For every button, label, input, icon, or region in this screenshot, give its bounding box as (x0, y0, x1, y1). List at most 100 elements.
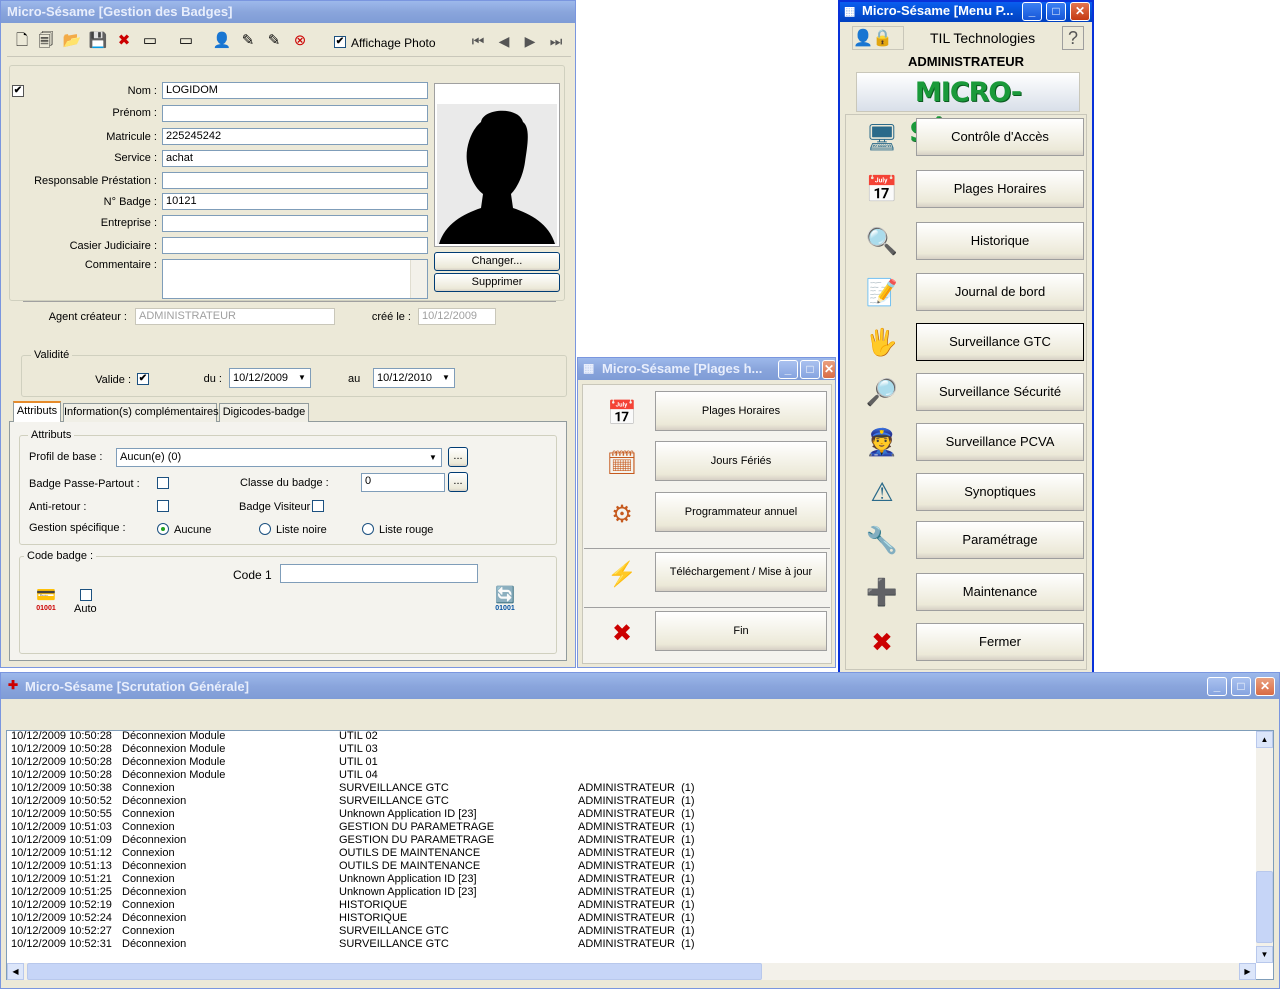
badge-number-field[interactable]: 10121 (162, 193, 428, 210)
cancel-icon[interactable]: ⊗ (289, 29, 311, 53)
entreprise-field[interactable] (162, 215, 428, 232)
code1-field[interactable] (280, 564, 478, 583)
delete-photo-button[interactable]: Supprimer (434, 273, 560, 292)
write-badge-icon[interactable]: 🔄 01001 (489, 587, 521, 615)
scroll-thumb[interactable] (27, 963, 762, 980)
affichage-photo-checkbox[interactable]: ✔ (334, 36, 346, 48)
auto-checkbox[interactable] (80, 589, 92, 601)
maximize-button[interactable]: □ (800, 360, 820, 379)
minimize-button[interactable]: _ (778, 360, 798, 379)
maximize-button[interactable]: □ (1046, 2, 1066, 21)
plages-btn-1[interactable]: Jours Fériés (655, 441, 827, 481)
new-doc-icon[interactable]: 🗋 (11, 29, 33, 53)
log-event: Déconnexion (122, 938, 187, 950)
du-label: du : (203, 373, 222, 385)
close-button[interactable]: ✕ (822, 360, 835, 379)
profil-select[interactable]: Aucun(e) (0) (116, 448, 442, 467)
commentaire-scrollbar[interactable] (410, 260, 427, 298)
close-button[interactable]: ✕ (1255, 677, 1275, 696)
help-icon[interactable]: ? (1062, 26, 1084, 50)
scroll-down-arrow[interactable]: ▼ (1256, 946, 1273, 963)
tab-0[interactable]: Attributs (13, 401, 61, 422)
open-folder-icon[interactable]: 📂 (61, 29, 83, 53)
radio-liste-rouge[interactable] (362, 523, 374, 535)
last-record-icon[interactable]: ⏭ (545, 29, 567, 53)
classe-field[interactable]: 0 (361, 473, 445, 492)
log-event: Déconnexion (122, 834, 187, 846)
menu-btn-8[interactable]: Paramétrage (916, 521, 1084, 559)
chevron-down-icon[interactable]: ▼ (426, 450, 440, 465)
wand-icon[interactable]: ✎ (237, 29, 259, 53)
save-icon[interactable]: 💾 (87, 29, 109, 53)
log-row: 10/12/2009 10:51:25 Déconnexion Unknown Ap… (11, 886, 751, 899)
menu-btn-4[interactable]: Surveillance GTC (916, 323, 1084, 361)
plages-btn-3[interactable]: Téléchargement / Mise à jour (655, 552, 827, 592)
casier-field[interactable] (162, 237, 428, 254)
plages-btn-4[interactable]: Fin (655, 611, 827, 651)
menu-btn-1[interactable]: Plages Horaires (916, 170, 1084, 208)
edit-icon[interactable]: ✎ (263, 29, 285, 53)
menu-btn-5[interactable]: Surveillance Sécurité (916, 373, 1084, 411)
scan-window-titlebar[interactable]: ✚ Micro-Sésame [Scrutation Générale] _ □… (1, 673, 1279, 699)
log-target: HISTORIQUE (339, 912, 408, 924)
radio-aucune[interactable] (157, 523, 169, 535)
tab-1[interactable]: Information(s) complémentaires (63, 403, 219, 422)
prev-record-icon[interactable]: ◀ (493, 29, 515, 53)
horizontal-scrollbar[interactable]: ◀ ▶ (7, 963, 1256, 980)
menu-btn-3[interactable]: Journal de bord (916, 273, 1084, 311)
log-row: 10/12/2009 10:51:21 Connexion Unknown Appl… (11, 873, 751, 886)
menu-btn-10[interactable]: Fermer (916, 623, 1084, 661)
menu-btn-6[interactable]: Surveillance PCVA (916, 423, 1084, 461)
badge-window-titlebar[interactable]: Micro-Sésame [Gestion des Badges] (1, 1, 575, 23)
chevron-down-icon[interactable]: ▼ (295, 370, 309, 386)
valide-checkbox[interactable]: ✔ (137, 373, 149, 385)
nom-field[interactable]: LOGIDOM (162, 82, 428, 99)
user-card-icon[interactable]: 👤 (211, 29, 233, 53)
scroll-up-arrow[interactable]: ▲ (1256, 731, 1273, 748)
close-button[interactable]: ✕ (1070, 2, 1090, 21)
menu-btn-0[interactable]: Contrôle d'Accès (916, 118, 1084, 156)
log-time: 10/12/2009 10:52:19 (11, 899, 112, 911)
log-event: Déconnexion Module (122, 743, 226, 755)
scroll-left-arrow[interactable]: ◀ (7, 963, 24, 980)
service-field[interactable]: achat (162, 150, 428, 167)
plages-btn-2[interactable]: Programmateur annuel (655, 492, 827, 532)
next-record-icon[interactable]: ▶ (519, 29, 541, 53)
chevron-down-icon[interactable]: ▼ (439, 370, 453, 386)
change-photo-button[interactable]: Changer... (434, 252, 560, 271)
maximize-button[interactable]: □ (1231, 677, 1251, 696)
badge-icon[interactable]: ▭ (137, 29, 163, 53)
tab-2[interactable]: Digicodes-badge (219, 403, 309, 422)
minimize-button[interactable]: _ (1022, 2, 1042, 21)
menu-window-titlebar[interactable]: ▦ Micro-Sésame [Menu P... _ □ ✕ (840, 2, 1092, 22)
badges-icon[interactable]: ▭ (165, 29, 207, 53)
scroll-right-arrow[interactable]: ▶ (1239, 963, 1256, 980)
delete-icon[interactable]: ✖ (113, 29, 135, 53)
profil-browse-button[interactable]: ... (448, 447, 468, 467)
responsable-field[interactable] (162, 172, 428, 189)
plages-btn-0[interactable]: Plages Horaires (655, 391, 827, 431)
created-date-field: 10/12/2009 (418, 308, 496, 325)
first-record-icon[interactable]: ⏮ (467, 29, 489, 53)
log-target: Unknown Application ID [23] (339, 886, 477, 898)
copy-doc-icon[interactable]: 🗐 (35, 29, 57, 53)
anti-retour-checkbox[interactable] (157, 500, 169, 512)
user-lock-icon[interactable]: 👤🔒 (852, 26, 904, 50)
menu-btn-2[interactable]: Historique (916, 222, 1084, 260)
read-badge-icon[interactable]: 💳 01001 (31, 587, 61, 615)
passe-partout-checkbox[interactable] (157, 477, 169, 489)
log-row: 10/12/2009 10:50:28 Déconnexion Module UTI… (11, 730, 751, 743)
menu-btn-7[interactable]: Synoptiques (916, 473, 1084, 511)
minimize-button[interactable]: _ (1207, 677, 1227, 696)
badge-visiteur-checkbox[interactable] (312, 500, 324, 512)
prenom-field[interactable] (162, 105, 428, 122)
commentaire-field[interactable] (162, 259, 428, 299)
record-select-checkbox[interactable]: ✔ (12, 85, 24, 97)
vertical-scrollbar[interactable]: ▲ ▼ (1256, 731, 1273, 963)
radio-liste-noire[interactable] (259, 523, 271, 535)
menu-btn-9[interactable]: Maintenance (916, 573, 1084, 611)
matricule-field[interactable]: 225245242 (162, 128, 428, 145)
plages-window-titlebar[interactable]: ▦ Micro-Sésame [Plages h... _ □ ✕ (578, 358, 835, 380)
classe-browse-button[interactable]: ... (448, 472, 468, 492)
scroll-thumb[interactable] (1256, 871, 1273, 943)
